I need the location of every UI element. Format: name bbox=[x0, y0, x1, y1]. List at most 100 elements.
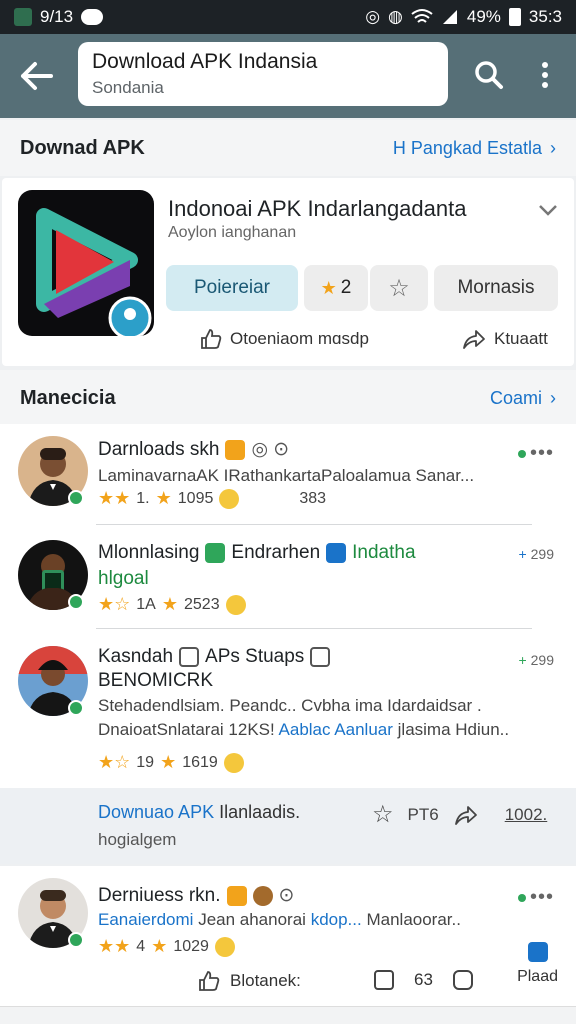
post-meta: ★☆ 1A ★ 2523 bbox=[98, 594, 246, 615]
list-item[interactable]: Derniuess rkn. ⊙ Eanaierdomi Jean ahanor… bbox=[0, 866, 576, 1006]
emoji-icon: ◎ ⊙ bbox=[251, 439, 290, 460]
like-label: Otoeniaom mɑsdp bbox=[230, 329, 369, 348]
post-title: Darnloads skh ◎ ⊙ bbox=[98, 438, 289, 461]
message-icon bbox=[452, 970, 473, 990]
download-link[interactable]: Downuao APK Ilanlaadis. bbox=[98, 802, 300, 823]
expand-button[interactable] bbox=[538, 196, 558, 222]
clock-icon: ⊙ bbox=[278, 885, 295, 906]
app-title: Indonoai APK Indarlangadanta bbox=[168, 196, 467, 221]
star-icon: ★ bbox=[151, 936, 168, 956]
gallery-icon bbox=[14, 8, 32, 26]
favorite-button[interactable]: ☆ bbox=[372, 800, 394, 829]
post-rating: 4 bbox=[136, 937, 146, 955]
app-subtitle: Aoylon ianghanan bbox=[168, 224, 297, 241]
search-button[interactable] bbox=[472, 58, 506, 92]
thumbs-up-icon bbox=[199, 971, 220, 991]
bottom-edge bbox=[0, 1006, 576, 1024]
comment-icon bbox=[374, 970, 394, 990]
star-icon: ★ bbox=[155, 488, 172, 508]
post-menu-button[interactable]: ••• bbox=[517, 442, 554, 465]
featured-app-card[interactable]: Indonoai APK Indarlangadanta Aoylon iang… bbox=[2, 178, 574, 366]
post-side-count: 299 bbox=[530, 652, 554, 668]
rating-button[interactable]: ★ 2 bbox=[304, 265, 368, 311]
post-line-b: Jean ahanorai bbox=[198, 910, 306, 929]
status-clock: 35:3 bbox=[528, 7, 562, 26]
section-title: Downad APK bbox=[20, 136, 145, 159]
favorite-button[interactable]: ☆ bbox=[370, 265, 428, 311]
share-icon[interactable] bbox=[453, 804, 479, 826]
box-icon bbox=[310, 647, 331, 667]
post-title: Mlonnlasing Endrarhen Indatha bbox=[98, 542, 416, 564]
post-extra: 383 bbox=[299, 489, 327, 507]
divider bbox=[96, 628, 532, 629]
search-field[interactable]: Download APK Indansia Sondania bbox=[78, 42, 448, 106]
comment-action[interactable]: 63 bbox=[374, 970, 473, 990]
more-vertical-icon bbox=[542, 62, 548, 88]
stars-icon: ★☆ bbox=[98, 594, 131, 614]
chevron-right-icon: › bbox=[550, 137, 556, 158]
online-dot bbox=[517, 449, 526, 458]
post-count: 1029 bbox=[173, 937, 209, 955]
post-count: 1095 bbox=[177, 489, 214, 507]
post-rating: 1. bbox=[136, 489, 150, 507]
post-line-link[interactable]: kdop... bbox=[311, 910, 362, 929]
divider bbox=[96, 524, 532, 525]
online-dot bbox=[517, 893, 526, 902]
post-rating: 1A bbox=[136, 595, 156, 613]
strip-right-value[interactable]: 1002. bbox=[505, 805, 548, 825]
top-app-bar: Download APK Indansia Sondania bbox=[0, 34, 576, 118]
app-icon bbox=[225, 439, 246, 460]
post-line-text: DnaioatSnlatarai 12KS! bbox=[98, 720, 275, 739]
stars-icon: ★★ bbox=[98, 488, 131, 508]
section-link-label: Coami bbox=[489, 387, 542, 408]
star-outline-icon: ☆ bbox=[388, 274, 410, 302]
download-link-text: Downuao APK bbox=[98, 802, 215, 822]
like-action[interactable]: Otoeniaom mɑsdp bbox=[200, 324, 369, 354]
post-share-count: + 299 bbox=[518, 652, 554, 668]
save-action[interactable]: Plaad bbox=[517, 942, 558, 986]
post-side-count: 299 bbox=[530, 546, 554, 562]
more-horizontal-icon: ••• bbox=[529, 442, 554, 464]
back-button[interactable] bbox=[0, 34, 72, 118]
like-action[interactable]: Blotanek: bbox=[198, 970, 301, 992]
post-line: DnaioatSnlatarai 12KS! Aablac Aanluar jl… bbox=[98, 720, 509, 740]
comment-count: 63 bbox=[414, 970, 433, 989]
post-line-tail: jlasima Hdiun.. bbox=[397, 720, 510, 739]
overflow-menu-button[interactable] bbox=[528, 58, 562, 92]
share-action[interactable]: Ktuaatt bbox=[462, 324, 548, 354]
list-item[interactable]: Mlonnlasing Endrarhen Indatha hlgoal ★☆ … bbox=[0, 528, 576, 628]
section-header-community: Manecicia Coami › bbox=[0, 370, 576, 426]
more-info-button[interactable]: Mornasis bbox=[434, 265, 558, 311]
chevron-right-icon: › bbox=[550, 387, 556, 408]
list-item[interactable]: Darnloads skh ◎ ⊙ LaminavarnaAK IRathank… bbox=[0, 424, 576, 524]
battery-icon bbox=[508, 8, 521, 26]
plus-icon: + bbox=[518, 546, 527, 562]
post-line: Eanaierdomi Jean ahanorai kdop... Manlao… bbox=[98, 910, 461, 930]
star-icon: ★ bbox=[161, 594, 178, 614]
post-title-b: Endrarhen bbox=[231, 542, 321, 563]
post-menu-button[interactable]: ••• bbox=[517, 886, 554, 909]
download-link-tail: Ilanlaadis. bbox=[219, 802, 301, 822]
save-icon bbox=[527, 942, 548, 962]
post-line-link[interactable]: Aablac Aanluar bbox=[279, 720, 393, 739]
list-item[interactable]: Kasndah APs Stuaps BENOMICRK Stehadendls… bbox=[0, 632, 576, 788]
section-link[interactable]: Coami › bbox=[490, 388, 556, 409]
smile-icon bbox=[223, 752, 244, 773]
share-icon bbox=[463, 330, 485, 349]
box-icon bbox=[179, 647, 200, 667]
verified-icon bbox=[68, 594, 84, 610]
alarm-icon: ◎ bbox=[365, 7, 381, 26]
post-line-a: Eanaierdomi bbox=[98, 910, 194, 929]
post-title-b: APs Stuaps bbox=[205, 646, 305, 667]
post-meta: ★☆ 19 ★ 1619 bbox=[98, 752, 244, 773]
like-label: Blotanek: bbox=[230, 971, 301, 990]
install-button[interactable]: Poiereiar bbox=[166, 265, 298, 311]
star-icon: ★ bbox=[160, 752, 177, 772]
post-line: Stehadendlsiam. Peandc.. Cvbha ima Idard… bbox=[98, 696, 482, 715]
strip-actions: ☆ PT6 1002. bbox=[372, 800, 547, 829]
section-link[interactable]: H Pangkad Estatla › bbox=[393, 138, 556, 159]
stars-icon: ★★ bbox=[98, 936, 131, 956]
cloud-icon bbox=[81, 9, 104, 25]
star-icon: ★ bbox=[320, 277, 337, 298]
strip-subtitle: hogialgem bbox=[98, 830, 177, 849]
